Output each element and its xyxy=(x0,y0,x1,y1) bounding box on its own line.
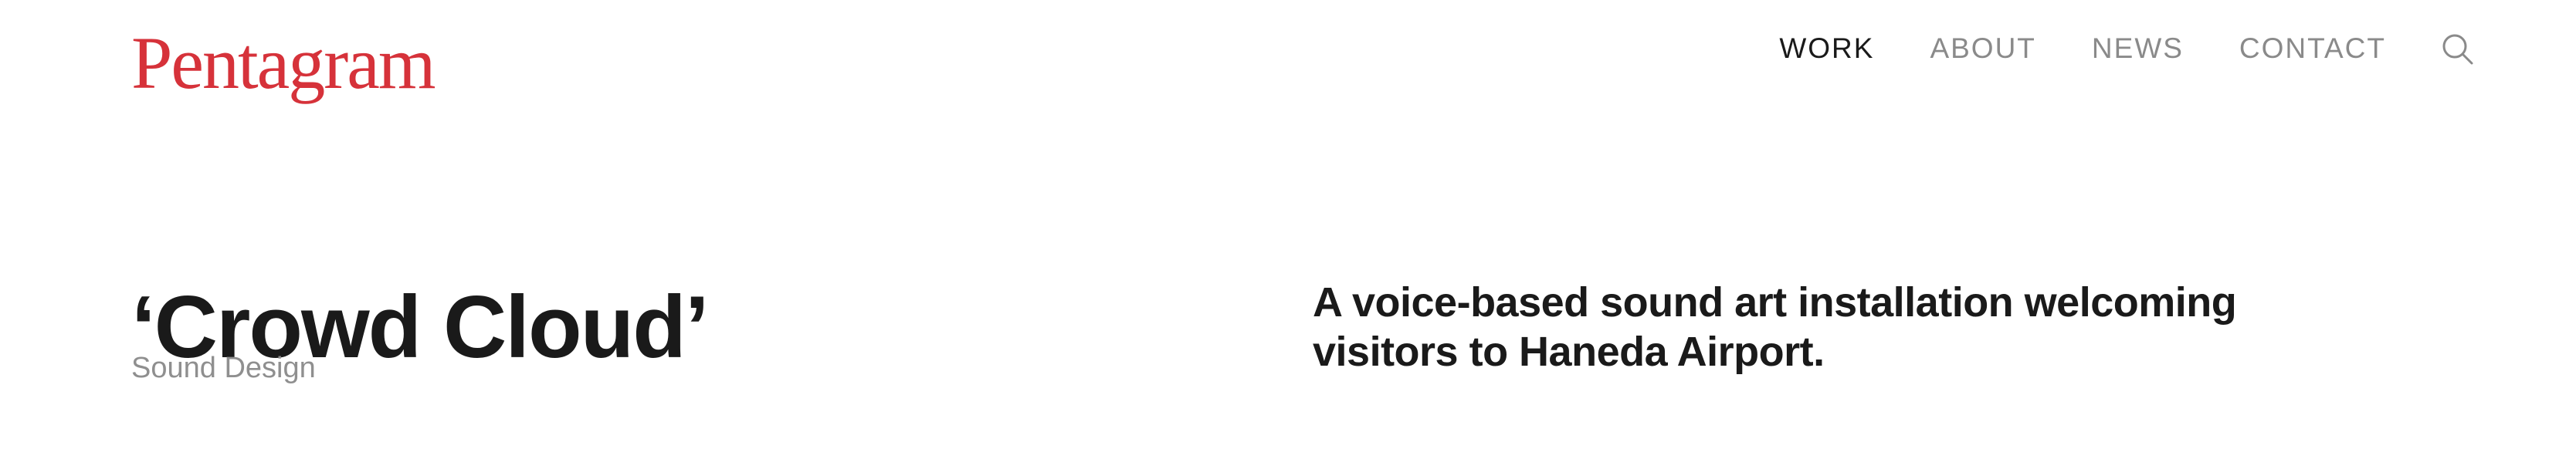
nav-item-work[interactable]: WORK xyxy=(1779,32,1874,65)
main-nav: WORK ABOUT NEWS CONTACT xyxy=(1724,29,2476,68)
project-description: A voice-based sound art installation wel… xyxy=(1313,278,2317,376)
project-description-line: visitors to Haneda Airport. xyxy=(1313,329,1825,375)
pentagram-logo[interactable]: Pentagram xyxy=(131,26,436,100)
nav-item-about[interactable]: ABOUT xyxy=(1930,32,2035,65)
nav-item-contact[interactable]: CONTACT xyxy=(2239,32,2386,65)
project-description-line: A voice-based sound art installation wel… xyxy=(1313,279,2237,326)
search-icon xyxy=(2442,34,2473,65)
search-button[interactable] xyxy=(2439,30,2476,67)
site-header: Pentagram WORK ABOUT NEWS CONTACT xyxy=(0,0,2576,139)
nav-item-news[interactable]: NEWS xyxy=(2092,32,2184,65)
project-category[interactable]: Sound Design xyxy=(131,353,316,383)
